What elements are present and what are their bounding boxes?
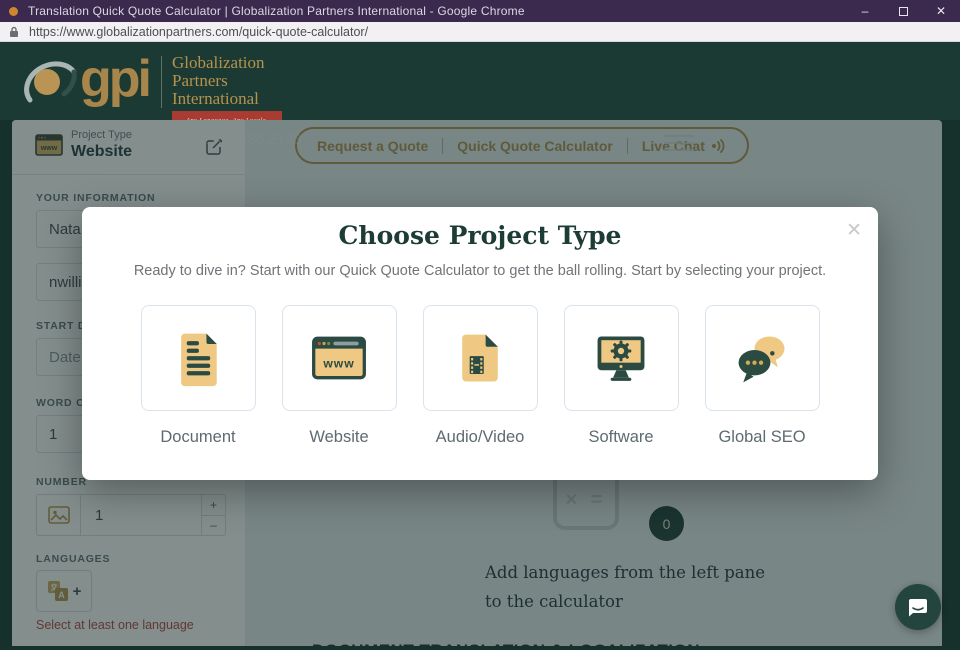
option-document-box[interactable] — [141, 305, 256, 411]
maximize-button[interactable] — [884, 0, 922, 22]
option-document-label: Document — [141, 428, 256, 447]
option-website[interactable]: www Website — [282, 305, 397, 447]
url-bar[interactable]: https://www.globalizationpartners.com/qu… — [0, 22, 960, 42]
gpi-logo-text: gpi — [80, 50, 149, 108]
global-seo-icon — [732, 328, 792, 388]
option-audio-video-label: Audio/Video — [423, 428, 538, 447]
audio-video-icon — [450, 328, 510, 388]
site-header: gpi Globalization Partners International… — [0, 42, 960, 120]
gpi-swoosh-icon — [20, 50, 78, 110]
document-icon — [168, 328, 228, 388]
chat-bubble-icon — [906, 595, 930, 619]
software-icon — [591, 328, 651, 388]
website-icon: www — [309, 328, 369, 388]
modal-subtitle: Ready to dive in? Start with our Quick Q… — [82, 263, 878, 279]
favicon-dot-icon — [9, 7, 18, 16]
lock-icon — [9, 26, 19, 38]
option-global-seo[interactable]: Global SEO — [705, 305, 820, 447]
option-website-label: Website — [282, 428, 397, 447]
chat-widget-button[interactable] — [895, 584, 941, 630]
option-audio-video-box[interactable] — [423, 305, 538, 411]
option-document[interactable]: Document — [141, 305, 256, 447]
option-website-box[interactable]: www — [282, 305, 397, 411]
www-text: www — [322, 356, 354, 370]
maximize-icon — [899, 7, 908, 16]
logo-divider — [161, 56, 162, 108]
option-global-seo-label: Global SEO — [705, 428, 820, 447]
brand-line: International — [172, 90, 282, 108]
brand-line: Partners — [172, 72, 282, 90]
browser-window: Translation Quick Quote Calculator | Glo… — [0, 0, 960, 650]
window-title: Translation Quick Quote Calculator | Glo… — [28, 4, 525, 18]
option-audio-video[interactable]: Audio/Video — [423, 305, 538, 447]
option-software-label: Software — [564, 428, 679, 447]
browser-titlebar: Translation Quick Quote Calculator | Glo… — [0, 0, 960, 22]
choose-project-type-modal: Choose Project Type ✕ Ready to dive in? … — [82, 207, 878, 480]
minimize-button[interactable]: – — [846, 0, 884, 22]
close-button[interactable]: ✕ — [922, 0, 960, 22]
option-software-box[interactable] — [564, 305, 679, 411]
option-software[interactable]: Software — [564, 305, 679, 447]
modal-close-icon[interactable]: ✕ — [846, 221, 862, 240]
url-text[interactable]: https://www.globalizationpartners.com/qu… — [29, 25, 368, 39]
brand-line: Globalization — [172, 54, 282, 72]
project-type-options: Document www Website — [82, 305, 878, 447]
option-global-seo-box[interactable] — [705, 305, 820, 411]
modal-title: Choose Project Type — [82, 221, 878, 250]
